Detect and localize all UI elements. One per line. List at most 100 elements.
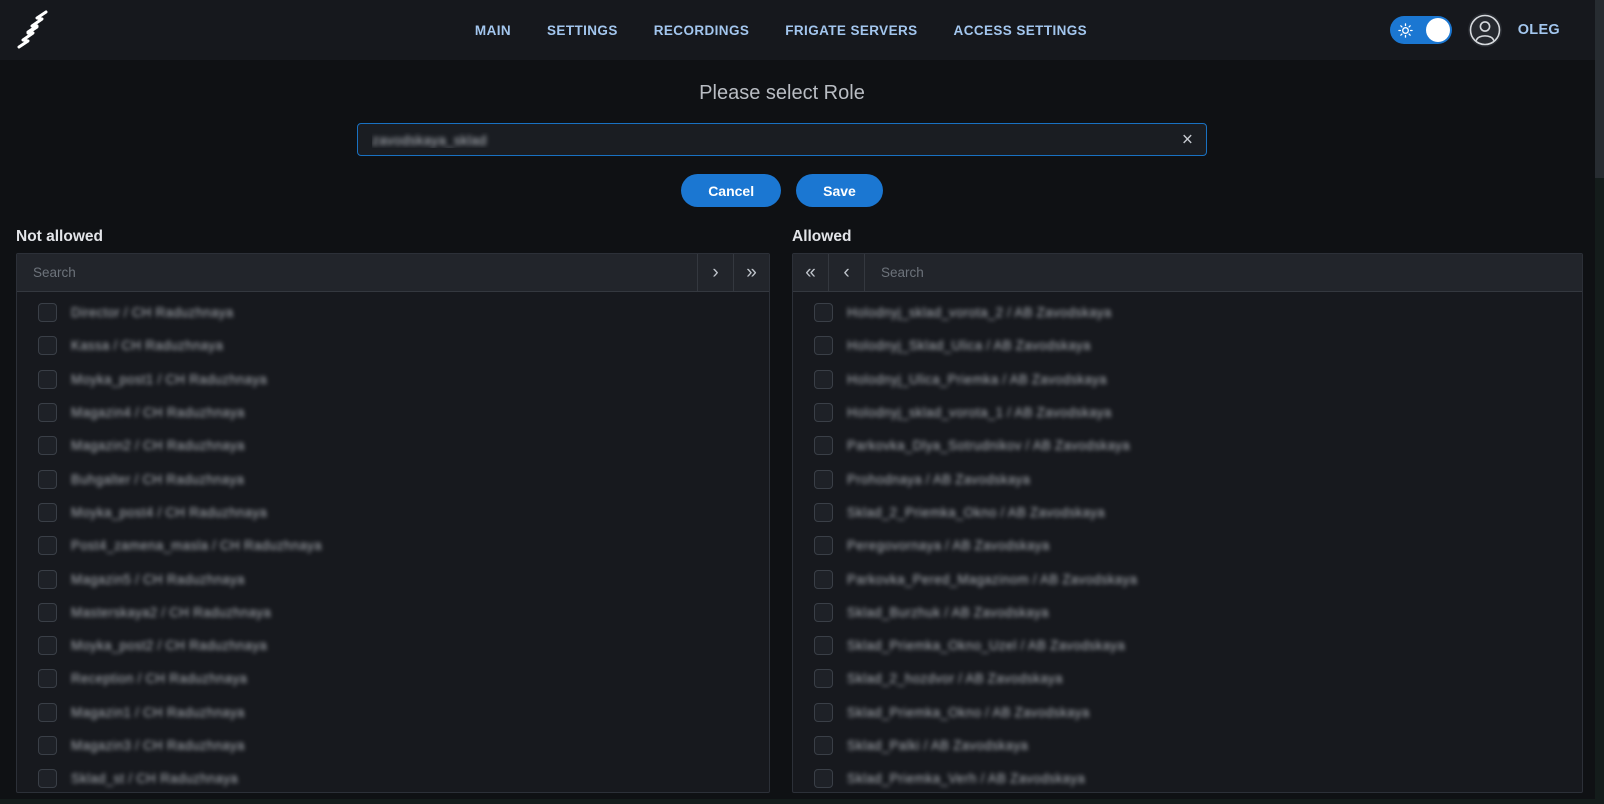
list-item[interactable]: Holodnyj_sklad_vorota_1 / AB Zavodskaya bbox=[793, 396, 1582, 429]
list-item[interactable]: Kassa / CH Raduzhnaya bbox=[17, 329, 769, 362]
item-checkbox[interactable] bbox=[38, 303, 57, 322]
nav-link-frigate-servers[interactable]: FRIGATE SERVERS bbox=[785, 23, 917, 38]
not-allowed-list: Director / CH Raduzhnaya Kassa / CH Radu… bbox=[17, 292, 769, 792]
list-item[interactable]: Post4_zamena_masla / CH Raduzhnaya bbox=[17, 529, 769, 562]
item-checkbox[interactable] bbox=[814, 370, 833, 389]
item-checkbox[interactable] bbox=[38, 603, 57, 622]
item-checkbox[interactable] bbox=[38, 669, 57, 688]
vertical-scrollbar[interactable] bbox=[1595, 0, 1604, 804]
item-checkbox[interactable] bbox=[814, 303, 833, 322]
list-item[interactable]: Sklad_Palki / AB Zavodskaya bbox=[793, 729, 1582, 762]
username-label[interactable]: OLEG bbox=[1518, 22, 1560, 38]
dialog-actions: Cancel Save bbox=[0, 174, 1564, 207]
list-item[interactable]: Peregovornaya / AB Zavodskaya bbox=[793, 529, 1582, 562]
item-checkbox[interactable] bbox=[38, 370, 57, 389]
item-checkbox[interactable] bbox=[814, 403, 833, 422]
list-item[interactable]: Sklad_Priemka_Okno_Uzel / AB Zavodskaya bbox=[793, 629, 1582, 662]
item-checkbox[interactable] bbox=[814, 669, 833, 688]
save-button[interactable]: Save bbox=[796, 174, 883, 207]
not-allowed-column: Not allowed › » Director / CH Raduzhnaya bbox=[16, 227, 770, 793]
item-checkbox[interactable] bbox=[38, 503, 57, 522]
camera-role-label: Buhgalter / CH Raduzhnaya bbox=[71, 472, 244, 487]
item-checkbox[interactable] bbox=[38, 570, 57, 589]
move-selected-right-button[interactable]: › bbox=[697, 254, 733, 291]
item-checkbox[interactable] bbox=[38, 470, 57, 489]
frigate-logo-icon[interactable] bbox=[13, 7, 59, 53]
horizontal-scrollbar[interactable] bbox=[0, 799, 1604, 804]
cancel-button[interactable]: Cancel bbox=[681, 174, 781, 207]
allowed-search-input[interactable] bbox=[865, 254, 1582, 291]
item-checkbox[interactable] bbox=[814, 503, 833, 522]
item-checkbox[interactable] bbox=[38, 703, 57, 722]
item-checkbox[interactable] bbox=[814, 736, 833, 755]
list-item[interactable]: Moyka_post1 / CH Raduzhnaya bbox=[17, 363, 769, 396]
not-allowed-search-input[interactable] bbox=[17, 254, 697, 291]
move-all-left-button[interactable]: « bbox=[793, 254, 829, 291]
item-checkbox[interactable] bbox=[814, 470, 833, 489]
list-item[interactable]: Sklad_Burzhuk / AB Zavodskaya bbox=[793, 596, 1582, 629]
item-checkbox[interactable] bbox=[814, 603, 833, 622]
camera-role-label: Moyka_post1 / CH Raduzhnaya bbox=[71, 372, 267, 387]
theme-toggle[interactable] bbox=[1390, 16, 1452, 44]
list-item[interactable]: Parkovka_Dlya_Sotrudnikov / AB Zavodskay… bbox=[793, 429, 1582, 462]
item-checkbox[interactable] bbox=[38, 436, 57, 455]
nav-link-access-settings[interactable]: ACCESS SETTINGS bbox=[954, 23, 1088, 38]
camera-role-label: Moyka_post4 / CH Raduzhnaya bbox=[71, 505, 267, 520]
clear-input-icon[interactable]: × bbox=[1176, 128, 1199, 151]
item-checkbox[interactable] bbox=[814, 636, 833, 655]
nav-link-main[interactable]: MAIN bbox=[475, 23, 511, 38]
item-checkbox[interactable] bbox=[38, 403, 57, 422]
list-item[interactable]: Moyka_post2 / CH Raduzhnaya bbox=[17, 629, 769, 662]
list-item[interactable]: Reception / CH Raduzhnaya bbox=[17, 662, 769, 695]
item-checkbox[interactable] bbox=[38, 336, 57, 355]
item-checkbox[interactable] bbox=[814, 336, 833, 355]
camera-role-label: Sklad_2_hozdvor / AB Zavodskaya bbox=[847, 671, 1063, 686]
move-selected-left-button[interactable]: ‹ bbox=[829, 254, 865, 291]
role-name-input[interactable] bbox=[357, 123, 1207, 156]
item-checkbox[interactable] bbox=[38, 636, 57, 655]
not-allowed-title: Not allowed bbox=[16, 227, 770, 246]
camera-role-label: Parkovka_Dlya_Sotrudnikov / AB Zavodskay… bbox=[847, 438, 1130, 453]
page-title: Please select Role bbox=[0, 80, 1564, 106]
list-item[interactable]: Sklad_2_hozdvor / AB Zavodskaya bbox=[793, 662, 1582, 695]
list-item[interactable]: Director / CH Raduzhnaya bbox=[17, 296, 769, 329]
list-item[interactable]: Holodnyj_Sklad_Ulica / AB Zavodskaya bbox=[793, 329, 1582, 362]
list-item[interactable]: Magazin3 / CH Raduzhnaya bbox=[17, 729, 769, 762]
camera-role-label: Director / CH Raduzhnaya bbox=[71, 305, 233, 320]
user-avatar[interactable] bbox=[1468, 13, 1502, 47]
nav-link-recordings[interactable]: RECORDINGS bbox=[654, 23, 750, 38]
list-item[interactable]: Sklad_2_Priemka_Okno / AB Zavodskaya bbox=[793, 496, 1582, 529]
item-checkbox[interactable] bbox=[814, 769, 833, 788]
camera-role-label: Sklad_2_Priemka_Okno / AB Zavodskaya bbox=[847, 505, 1105, 520]
list-item[interactable]: Sklad_Priemka_Verh / AB Zavodskaya bbox=[793, 762, 1582, 792]
item-checkbox[interactable] bbox=[38, 736, 57, 755]
list-item[interactable]: Moyka_post4 / CH Raduzhnaya bbox=[17, 496, 769, 529]
vertical-scrollbar-thumb[interactable] bbox=[1595, 0, 1604, 178]
nav-link-settings[interactable]: SETTINGS bbox=[547, 23, 618, 38]
list-item[interactable]: Sklad_Priemka_Okno / AB Zavodskaya bbox=[793, 696, 1582, 729]
camera-role-label: Holodnyj_sklad_vorota_2 / AB Zavodskaya bbox=[847, 305, 1111, 320]
list-item[interactable]: Buhgalter / CH Raduzhnaya bbox=[17, 462, 769, 495]
allowed-list: Holodnyj_sklad_vorota_2 / AB Zavodskaya … bbox=[793, 292, 1582, 792]
list-item[interactable]: Prohodnaya / AB Zavodskaya bbox=[793, 462, 1582, 495]
list-item[interactable]: Sklad_st / CH Raduzhnaya bbox=[17, 762, 769, 792]
item-checkbox[interactable] bbox=[814, 703, 833, 722]
item-checkbox[interactable] bbox=[814, 570, 833, 589]
item-checkbox[interactable] bbox=[38, 536, 57, 555]
list-item[interactable]: Masterskaya2 / CH Raduzhnaya bbox=[17, 596, 769, 629]
list-item[interactable]: Magazin1 / CH Raduzhnaya bbox=[17, 696, 769, 729]
list-item[interactable]: Holodnyj_Ulica_Priemka / AB Zavodskaya bbox=[793, 363, 1582, 396]
move-all-right-button[interactable]: » bbox=[733, 254, 769, 291]
camera-role-label: Holodnyj_sklad_vorota_1 / AB Zavodskaya bbox=[847, 405, 1111, 420]
list-item[interactable]: Magazin5 / CH Raduzhnaya bbox=[17, 562, 769, 595]
item-checkbox[interactable] bbox=[814, 536, 833, 555]
item-checkbox[interactable] bbox=[814, 436, 833, 455]
list-item[interactable]: Magazin2 / CH Raduzhnaya bbox=[17, 429, 769, 462]
allowed-column: Allowed « ‹ Holodnyj_sklad_vorota_2 / AB… bbox=[792, 227, 1583, 793]
navbar-right-cluster: OLEG bbox=[1390, 0, 1560, 60]
sun-icon bbox=[1398, 23, 1413, 38]
list-item[interactable]: Parkovka_Pered_Magazinom / AB Zavodskaya bbox=[793, 562, 1582, 595]
item-checkbox[interactable] bbox=[38, 769, 57, 788]
list-item[interactable]: Holodnyj_sklad_vorota_2 / AB Zavodskaya bbox=[793, 296, 1582, 329]
list-item[interactable]: Magazin4 / CH Raduzhnaya bbox=[17, 396, 769, 429]
